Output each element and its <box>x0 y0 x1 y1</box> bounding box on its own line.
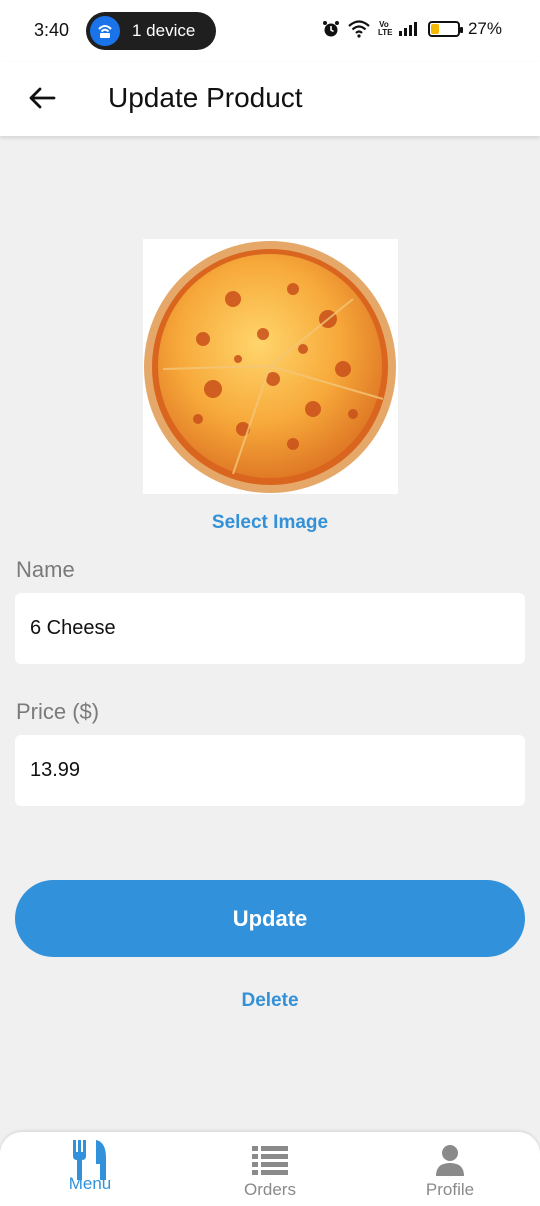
price-field[interactable]: 13.99 <box>15 735 525 806</box>
list-icon <box>252 1146 288 1175</box>
bottom-navigation: Menu Orders Profile <box>0 1132 540 1206</box>
status-bar: 3:40 1 device Vo LTE 27% <box>0 0 540 62</box>
price-value: 13.99 <box>30 759 81 781</box>
nav-label-profile: Profile <box>425 1180 475 1199</box>
nav-item-orders[interactable]: Orders <box>210 1138 330 1202</box>
pizza-image <box>144 241 396 493</box>
name-value: 6 Cheese <box>30 617 116 639</box>
hotspot-icon <box>90 16 120 46</box>
nav-label-menu: Menu <box>68 1174 112 1193</box>
nav-item-profile[interactable]: Profile <box>390 1138 510 1202</box>
status-icons: Vo LTE 27% <box>322 19 502 39</box>
back-button[interactable] <box>24 80 60 116</box>
nav-item-menu[interactable]: Menu <box>30 1138 150 1202</box>
name-label: Name <box>16 557 75 582</box>
hotspot-device-pill[interactable]: 1 device <box>86 12 216 50</box>
product-image[interactable] <box>143 239 398 494</box>
alarm-icon <box>322 21 339 37</box>
person-icon <box>436 1145 464 1176</box>
volte-icon: Vo LTE <box>377 20 393 37</box>
battery-percent: 27% <box>467 19 502 38</box>
app-header: Update Product <box>0 62 540 136</box>
page-title: Update Product <box>108 82 303 113</box>
update-button[interactable]: Update <box>15 880 525 957</box>
delete-button[interactable]: Delete <box>0 990 540 1012</box>
name-field[interactable]: 6 Cheese <box>15 593 525 664</box>
nav-label-orders: Orders <box>244 1180 296 1199</box>
wifi-icon <box>348 20 370 38</box>
price-label: Price ($) <box>16 699 100 724</box>
signal-icon <box>398 22 417 36</box>
device-count-text: 1 device <box>132 21 196 40</box>
select-image-button[interactable]: Select Image <box>0 512 540 534</box>
battery-level <box>430 24 439 34</box>
status-time: 3:40 <box>34 20 70 40</box>
battery-icon <box>427 21 463 37</box>
arrow-left-icon <box>29 87 56 109</box>
